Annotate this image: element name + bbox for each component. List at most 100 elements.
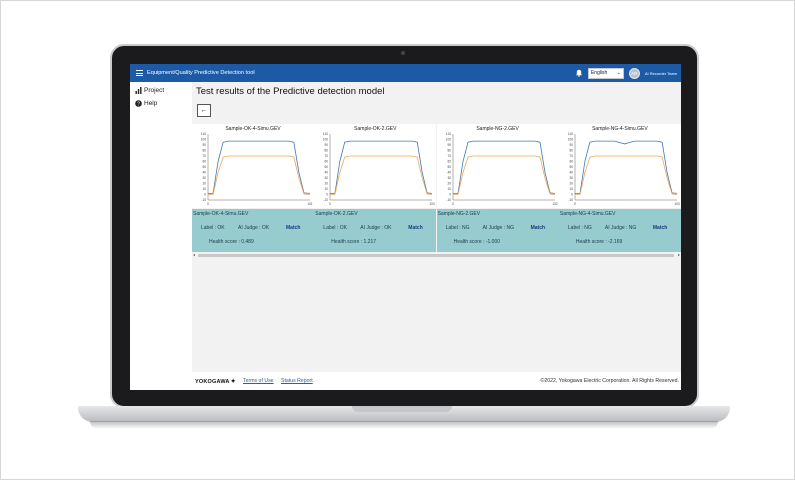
y-tick-label: 100 xyxy=(568,138,574,142)
y-tick-label: 100 xyxy=(445,138,451,142)
ai-judge-value: AI Judge : OK xyxy=(360,225,392,231)
laptop-notch xyxy=(352,406,452,412)
footer: YOKOGAWA✦ Terms of Use Status Report ©20… xyxy=(192,372,681,390)
y-tick-label: 0 xyxy=(449,193,451,197)
x-tick-label: 104 xyxy=(430,202,436,206)
chart-axes xyxy=(452,134,555,201)
result-card: Sample-NG-2.GEV 110 100 90 80 70 60 50 40 30 20 10 0… xyxy=(436,124,559,252)
chevron-down-icon: ⌄ xyxy=(616,69,621,76)
y-tick-label: 90 xyxy=(202,143,206,147)
y-tick-label: 90 xyxy=(569,143,573,147)
x-tick-label: 0 xyxy=(452,202,454,206)
sidebar: Project ? Help xyxy=(130,82,192,390)
series-line xyxy=(574,140,677,194)
y-tick-label: -10 xyxy=(201,198,206,202)
webcam xyxy=(401,51,405,55)
y-tick-label: 110 xyxy=(568,132,573,136)
y-tick-label: 0 xyxy=(571,193,573,197)
y-tick-label: 80 xyxy=(447,149,451,153)
y-tick-label: 100 xyxy=(323,138,329,142)
y-tick-label: 20 xyxy=(447,182,451,186)
sidebar-item-project[interactable]: Project xyxy=(130,82,192,95)
y-tick-label: 30 xyxy=(202,176,206,180)
label-value: Label : NG xyxy=(567,225,592,231)
y-tick-label: 50 xyxy=(325,165,329,169)
y-tick-label: 50 xyxy=(447,165,451,169)
y-tick-label: 20 xyxy=(325,182,329,186)
status-report-link[interactable]: Status Report xyxy=(281,378,313,384)
y-tick-label: 100 xyxy=(201,138,207,142)
chart-svg: 1101009080706050403020100-100 103 xyxy=(568,132,680,206)
y-tick-label: 0 xyxy=(204,193,206,197)
y-tick-label: 80 xyxy=(569,149,573,153)
y-tick-label: 110 xyxy=(446,132,451,136)
series-line xyxy=(208,155,311,195)
sidebar-item-help[interactable]: ? Help xyxy=(130,95,192,108)
scroll-left-icon[interactable]: ◂ xyxy=(193,252,195,257)
chart-axes xyxy=(207,134,310,201)
y-tick-label: 70 xyxy=(325,154,329,158)
ai-judge-value: AI Judge : NG xyxy=(482,225,514,231)
x-tick-label: 102 xyxy=(552,202,558,206)
help-circle-icon: ? xyxy=(135,99,142,107)
y-tick-label: 70 xyxy=(569,154,573,158)
line-chart: Sample-OK-2.GEV 110 100 90 80 70 60 50 40 30 20 10 0… xyxy=(314,124,437,208)
y-tick-label: 50 xyxy=(569,165,573,169)
y-tick-label: -10 xyxy=(324,198,329,202)
chart-svg: 1101009080706050403020100-100 101 xyxy=(201,132,313,206)
line-chart: Sample-NG-2.GEV 110 100 90 80 70 60 50 40 30 20 10 0… xyxy=(436,124,559,208)
y-tick-label: 60 xyxy=(447,160,451,164)
scrollbar-thumb[interactable] xyxy=(198,254,674,257)
line-chart: Sample-NG-4-Simu.GEV 110 100 90 80 70 60 50 40 30… xyxy=(558,124,681,208)
horizontal-scrollbar[interactable]: ◂ ▸ xyxy=(192,252,681,258)
user-name: AI Recorder Team xyxy=(644,70,677,76)
bell-icon[interactable] xyxy=(575,69,583,77)
laptop-shadow xyxy=(90,421,718,429)
x-tick-label: 0 xyxy=(329,202,331,206)
y-tick-label: 60 xyxy=(202,160,206,164)
series-line xyxy=(208,140,311,194)
result-file-name: Sample-NG-4-Simu.GEV xyxy=(559,211,616,217)
series-line xyxy=(574,155,677,195)
result-info: Sample-NG-4-Simu.GEV Label : NG AI Judge :… xyxy=(558,209,681,252)
language-select[interactable]: English ⌄ xyxy=(587,67,624,79)
match-badge: Match xyxy=(408,225,423,231)
label-value: Label : NG xyxy=(445,225,470,231)
series-line xyxy=(452,155,555,195)
y-tick-label: 80 xyxy=(202,149,206,153)
x-tick-label: 101 xyxy=(307,202,313,206)
x-tick-label: 103 xyxy=(674,202,680,206)
back-button[interactable]: ← xyxy=(197,104,211,117)
result-card: Sample-NG-4-Simu.GEV 110 100 90 80 70 60 50 40 30… xyxy=(558,124,681,252)
chart-axes xyxy=(330,134,433,201)
app-screen: Equipment/Quality Predictive Detection t… xyxy=(130,64,681,390)
result-file-name: Sample-OK-4-Simu.GEV xyxy=(193,211,249,217)
language-value: English xyxy=(590,70,608,76)
app-title: Equipment/Quality Predictive Detection t… xyxy=(147,70,255,76)
result-info: Sample-OK-2.GEV Label : OK AI Judge : OK Ma… xyxy=(314,209,437,252)
y-tick-label: 10 xyxy=(569,187,573,191)
y-tick-label: 30 xyxy=(325,176,329,180)
y-tick-label: 110 xyxy=(323,132,328,136)
y-tick-label: 40 xyxy=(325,171,329,175)
label-value: Label : OK xyxy=(323,225,347,231)
y-tick-label: -10 xyxy=(446,198,451,202)
y-tick-label: 10 xyxy=(325,187,329,191)
arrow-left-icon: ← xyxy=(200,107,208,114)
health-score: Health score : -2.169 xyxy=(575,239,623,245)
match-badge: Match xyxy=(530,225,546,231)
y-tick-label: 90 xyxy=(447,143,451,147)
scroll-right-icon[interactable]: ▸ xyxy=(678,252,680,257)
y-tick-label: 10 xyxy=(447,187,451,191)
match-badge: Match xyxy=(286,225,301,231)
hamburger-menu-icon[interactable] xyxy=(132,64,146,82)
ai-judge-value: AI Judge : OK xyxy=(238,225,270,231)
avatar[interactable]: AR xyxy=(628,67,640,79)
main-content: Test results of the Predictive detection… xyxy=(192,82,681,372)
ai-judge-value: AI Judge : NG xyxy=(604,225,637,231)
result-file-name: Sample-OK-2.GEV xyxy=(315,211,358,217)
result-info: Sample-NG-2.GEV Label : NG AI Judge : NG Ma… xyxy=(436,209,559,252)
page-title: Test results of the Predictive detection… xyxy=(196,86,385,97)
result-cards: Sample-OK-4-Simu.GEV 110 100 90 80 70 60 50 40 30… xyxy=(192,124,681,252)
terms-of-use-link[interactable]: Terms of Use xyxy=(243,378,274,384)
